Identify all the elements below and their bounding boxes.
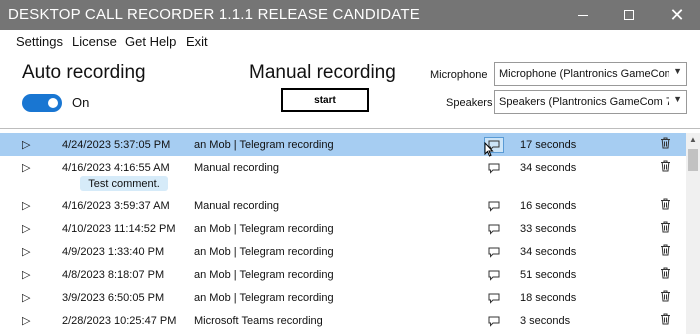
recording-date: 4/9/2023 1:33:40 PM (62, 246, 165, 258)
scroll-up-icon[interactable]: ▲ (686, 135, 700, 145)
speakers-label: Speakers (446, 97, 493, 109)
recording-row[interactable]: ▷ 2/28/2023 10:25:47 PM Microsoft Teams re… (0, 309, 686, 332)
comment-icon[interactable] (484, 221, 504, 237)
recording-date: 4/16/2023 3:59:37 AM (62, 200, 170, 212)
recording-duration: 17 seconds (520, 139, 577, 151)
recording-name: an Mob | Telegram recording (194, 292, 334, 304)
recording-row[interactable]: ▷ 3/9/2023 6:50:05 PM an Mob | Telegram re… (0, 286, 686, 309)
menu-settings[interactable]: Settings (16, 34, 63, 49)
recording-date: 4/24/2023 5:37:05 PM (62, 139, 171, 151)
minimize-icon (578, 14, 588, 16)
close-icon: ✕ (669, 4, 685, 25)
chevron-down-icon: ▼ (673, 66, 682, 76)
trash-icon[interactable] (660, 137, 671, 152)
recording-row[interactable]: ▷ 4/10/2023 11:14:52 PM an Mob | Telegram … (0, 217, 686, 240)
recording-date: 4/16/2023 4:16:55 AM (62, 162, 170, 174)
recording-name: an Mob | Telegram recording (194, 246, 334, 258)
microphone-label: Microphone (430, 69, 488, 81)
comment-icon[interactable] (484, 244, 504, 260)
menu-bar: Settings License Get Help Exit (0, 30, 700, 52)
trash-icon[interactable] (660, 267, 671, 282)
recording-name: Manual recording (194, 162, 279, 174)
play-icon[interactable]: ▷ (22, 245, 30, 258)
play-icon[interactable]: ▷ (22, 161, 30, 174)
comment-icon[interactable] (484, 313, 504, 329)
menu-license[interactable]: License (72, 34, 117, 49)
recording-date: 4/8/2023 8:18:07 PM (62, 269, 165, 281)
recording-duration: 34 seconds (520, 162, 577, 174)
recording-date: 4/10/2023 11:14:52 PM (62, 223, 176, 235)
play-icon[interactable]: ▷ (22, 199, 30, 212)
start-button[interactable]: start (281, 88, 369, 112)
maximize-button[interactable] (606, 0, 652, 30)
trash-icon[interactable] (660, 198, 671, 213)
play-icon[interactable]: ▷ (22, 314, 30, 327)
recording-row[interactable]: ▷ 4/8/2023 8:18:07 PM an Mob | Telegram re… (0, 263, 686, 286)
comment-icon[interactable] (484, 198, 504, 214)
recording-duration: 33 seconds (520, 223, 577, 235)
play-icon[interactable]: ▷ (22, 222, 30, 235)
recording-duration: 34 seconds (520, 246, 577, 258)
trash-icon[interactable] (660, 290, 671, 305)
comment-icon[interactable] (484, 267, 504, 283)
recording-duration: 3 seconds (520, 315, 571, 327)
comment-icon[interactable] (484, 290, 504, 306)
scroll-thumb[interactable] (688, 149, 698, 171)
manual-recording-title: Manual recording (249, 62, 396, 83)
auto-recording-title: Auto recording (22, 62, 146, 83)
recording-name: Microsoft Teams recording (194, 315, 323, 327)
trash-icon[interactable] (660, 160, 671, 175)
microphone-value: Microphone (Plantronics GameCom (499, 68, 669, 80)
recording-row[interactable]: ▷ 4/16/2023 3:59:37 AM Manual recording 16 … (0, 194, 686, 217)
comment-icon[interactable] (484, 160, 504, 176)
menu-exit[interactable]: Exit (186, 34, 208, 49)
recording-name: an Mob | Telegram recording (194, 139, 334, 151)
recording-row[interactable]: ▷ 4/24/2023 5:37:05 PM an Mob | Telegram r… (0, 133, 686, 156)
play-icon[interactable]: ▷ (22, 138, 30, 151)
trash-icon[interactable] (660, 313, 671, 328)
recording-name: Manual recording (194, 200, 279, 212)
title-bar: DESKTOP CALL RECORDER 1.1.1 RELEASE CAND… (0, 0, 700, 30)
recordings-list: ▷ 4/24/2023 5:37:05 PM an Mob | Telegram r… (0, 133, 686, 334)
scrollbar[interactable]: ▲ (686, 133, 700, 334)
recording-date: 3/9/2023 6:50:05 PM (62, 292, 165, 304)
mouse-cursor-icon (484, 142, 494, 157)
recording-name: an Mob | Telegram recording (194, 223, 334, 235)
close-button[interactable]: ✕ (654, 0, 700, 30)
speakers-select[interactable]: Speakers (Plantronics GameCom 78 ▼ (494, 90, 687, 114)
recording-duration: 51 seconds (520, 269, 577, 281)
recording-name: an Mob | Telegram recording (194, 269, 334, 281)
microphone-select[interactable]: Microphone (Plantronics GameCom ▼ (494, 62, 687, 86)
toggle-knob (48, 98, 58, 108)
auto-recording-toggle[interactable] (22, 94, 62, 112)
play-icon[interactable]: ▷ (22, 291, 30, 304)
recording-duration: 16 seconds (520, 200, 577, 212)
trash-icon[interactable] (660, 221, 671, 236)
speakers-value: Speakers (Plantronics GameCom 78 (499, 96, 669, 108)
maximize-icon (624, 10, 634, 20)
recording-duration: 18 seconds (520, 292, 577, 304)
menu-get-help[interactable]: Get Help (125, 34, 176, 49)
divider (0, 128, 700, 129)
toggle-state-label: On (72, 95, 90, 110)
recording-date: 2/28/2023 10:25:47 PM (62, 315, 177, 327)
play-icon[interactable]: ▷ (22, 268, 30, 281)
minimize-button[interactable] (560, 0, 606, 30)
recording-row[interactable]: ▷ 4/9/2023 1:33:40 PM an Mob | Telegram re… (0, 240, 686, 263)
chevron-down-icon: ▼ (673, 94, 682, 104)
comment-tag: Test comment. (80, 176, 168, 191)
window-title: DESKTOP CALL RECORDER 1.1.1 RELEASE CAND… (8, 6, 420, 23)
trash-icon[interactable] (660, 244, 671, 259)
